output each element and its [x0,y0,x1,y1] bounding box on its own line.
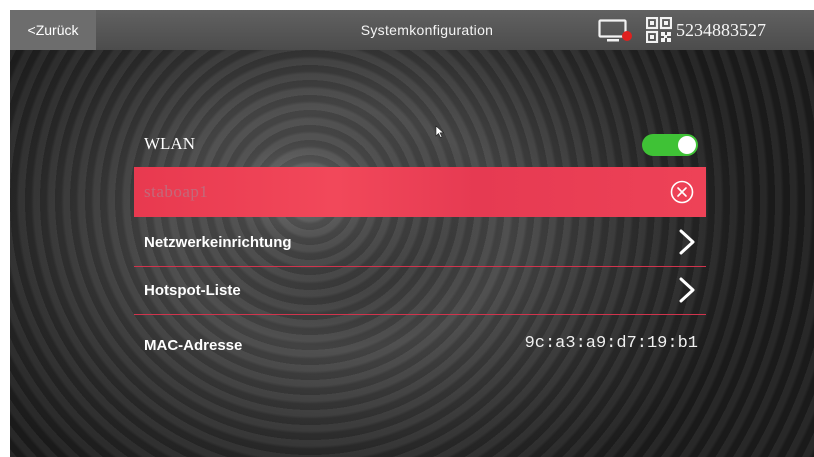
mac-address-label: MAC-Adresse [144,336,243,354]
connected-network-row[interactable]: staboap1 [134,167,706,217]
menu-item-network-setup[interactable]: Netzwerkeinrichtung [134,218,706,267]
top-bar: <Zurück Systemkonfiguration 5234883527 [10,10,814,50]
wlan-toggle[interactable] [642,134,698,156]
menu-item-label: Hotspot-Liste [144,281,241,299]
qr-code-icon[interactable] [646,17,672,43]
settings-screen: <Zurück Systemkonfiguration 5234883527 W… [10,10,814,457]
toggle-knob [678,136,696,154]
wlan-row: WLAN [134,122,706,166]
monitor-alert-icon[interactable] [598,19,634,43]
mac-address-value: 9c:a3:a9:d7:19:b1 [524,333,698,353]
menu-item-label: Netzwerkeinrichtung [144,233,292,251]
device-id: 5234883527 [676,19,766,40]
chevron-right-icon [679,277,695,303]
mac-address-row: MAC-Adresse 9c:a3:a9:d7:19:b1 [134,323,706,367]
menu-item-hotspot-list[interactable]: Hotspot-Liste [134,266,706,315]
network-ssid: staboap1 [144,182,209,201]
clear-circle-icon[interactable] [670,180,694,204]
chevron-right-icon [679,229,695,255]
wlan-label: WLAN [144,134,195,153]
